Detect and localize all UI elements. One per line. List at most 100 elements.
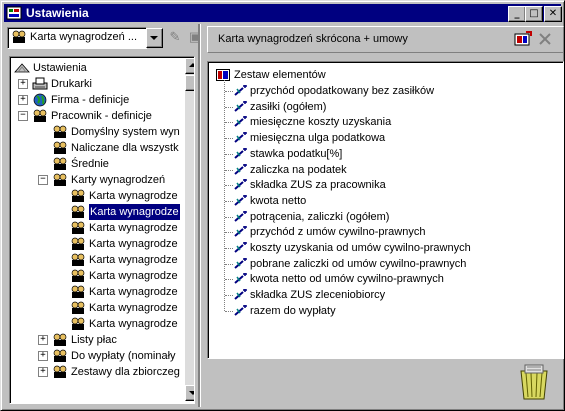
element-label: zasiłki (ogółem) [250,101,327,113]
globe-icon [33,93,47,107]
tree-item[interactable]: Karta wynagrodze [10,268,185,284]
tree-item-label: Pracownik - definicje [51,110,152,122]
maximize-button[interactable]: □ [525,6,543,22]
tree-item-label: Średnie [71,158,109,170]
new-item-icon: ✎ [169,29,181,44]
people-icon [53,349,67,362]
close-set-icon[interactable] [537,31,553,47]
tree-item-label: Firma - definicje [51,94,130,106]
tree-item[interactable]: Karta wynagrodze [10,300,185,316]
tree-connector-branch [225,248,233,249]
combobox-dropdown-button[interactable] [146,28,163,48]
tree-item[interactable]: Naliczane dla wszystk [10,140,185,156]
title-bar[interactable]: Ustawienia _ □ ✕ [4,4,562,22]
tree-item-label: Naliczane dla wszystk [71,142,179,154]
tree-item-label: Karta wynagrodze [89,238,178,250]
people-icon [53,365,67,378]
tree-item[interactable]: Karta wynagrodze [10,204,185,220]
element-label: razem do wypłaty [250,305,336,317]
element-label: miesięczne koszty uzyskania [250,116,392,128]
expand-button[interactable]: + [38,335,48,345]
tree-scrollbar[interactable] [185,58,194,401]
tree-item-label: Karta wynagrodze [89,190,178,202]
people-icon [33,109,47,122]
tree-item[interactable]: Ustawienia [10,60,185,76]
tree-item-label: Karta wynagrodze [89,204,180,220]
tree-item[interactable]: + Drukarki [10,76,185,92]
people-icon [53,333,67,346]
close-button[interactable]: ✕ [544,6,562,22]
element-label: składka ZUS za pracownika [250,179,386,191]
people-icon [71,301,85,314]
tree-connector-branch [225,232,233,233]
expand-button[interactable]: + [38,367,48,377]
element-icon [234,242,247,253]
people-icon [12,30,26,43]
tree-root-icon [14,63,30,73]
tree-item[interactable]: Karta wynagrodze [10,284,185,300]
element-label: potrącenia, zaliczki (ogółem) [250,211,390,223]
collapse-button[interactable]: − [18,111,28,121]
tree-connector-branch [225,122,233,123]
people-icon [71,269,85,282]
people-icon [71,237,85,250]
settings-tree[interactable]: Ustawienia + Drukarki + Firma - definicje − Pr… [9,56,195,404]
scroll-thumb[interactable] [185,75,194,91]
definition-combobox[interactable]: Karta wynagrodzeń ... [7,27,147,49]
tree-item[interactable]: Domyślny system wyn [10,124,185,140]
tree-item[interactable]: + Zestawy dla zbiorczeg [10,364,185,380]
delete-definition-button[interactable]: ▣ [185,28,205,46]
tree-item[interactable]: Karta wynagrodze [10,220,185,236]
element-set-icon [216,69,230,81]
tree-connector-branch [225,311,233,312]
scroll-down-button[interactable] [185,385,194,401]
tree-connector-branch [225,107,233,108]
element-icon [234,132,247,143]
recycle-bin-icon[interactable] [517,363,551,401]
close-icon: ✕ [548,8,558,19]
tree-item[interactable]: + Firma - definicje [10,92,185,108]
element-label: pobrane zaliczki od umów cywilno-prawnyc… [250,258,467,270]
collapse-button[interactable]: − [38,175,48,185]
expand-button[interactable]: + [18,79,28,89]
minimize-button[interactable]: _ [508,6,526,22]
people-icon [71,285,85,298]
tree-item[interactable]: Karta wynagrodze [10,188,185,204]
tree-item[interactable]: + Listy płac [10,332,185,348]
settings-window: Ustawienia _ □ ✕ Karta wynagrodzeń ... ✎… [0,0,565,411]
panel-splitter[interactable] [198,24,201,407]
tree-connector-branch [225,91,233,92]
tree-connector-branch [225,138,233,139]
combobox-value: Karta wynagrodzeń ... [30,31,138,43]
tree-connector-branch [225,201,233,202]
people-icon [71,317,85,330]
expand-button[interactable]: + [38,351,48,361]
element-icon [234,289,247,300]
tree-item-label: Karta wynagrodze [89,286,178,298]
people-icon [53,141,67,154]
expand-button[interactable]: + [18,95,28,105]
tree-item-label: Karta wynagrodze [89,302,178,314]
tree-item[interactable]: Średnie [10,156,185,172]
new-definition-button[interactable]: ✎ [165,28,185,46]
element-icon [234,211,247,222]
app-icon [6,6,22,20]
scroll-up-button[interactable] [185,58,194,74]
edit-set-icon[interactable] [514,31,532,47]
element-icon [234,116,247,127]
tree-item[interactable]: + Do wypłaty (nominały [10,348,185,364]
element-label: koszty uzyskania od umów cywilno-prawnyc… [250,242,471,254]
element-set-header: Karta wynagrodzeń skrócona + umowy [207,26,564,53]
tree-item-label: Drukarki [51,78,92,90]
tree-item[interactable]: Karta wynagrodze [10,252,185,268]
tree-connector-branch [225,279,233,280]
people-icon [53,173,67,186]
tree-item[interactable]: Karta wynagrodze [10,236,185,252]
window-title: Ustawienia [26,6,89,20]
tree-item[interactable]: Karta wynagrodze [10,316,185,332]
maximize-icon: □ [529,8,539,19]
tree-item[interactable]: − Pracownik - definicje [10,108,185,124]
tree-connector-branch [225,185,233,186]
element-set-tree[interactable]: Zestaw elementów przychód opodatkowany b… [207,61,564,359]
tree-item[interactable]: − Karty wynagrodzeń [10,172,185,188]
